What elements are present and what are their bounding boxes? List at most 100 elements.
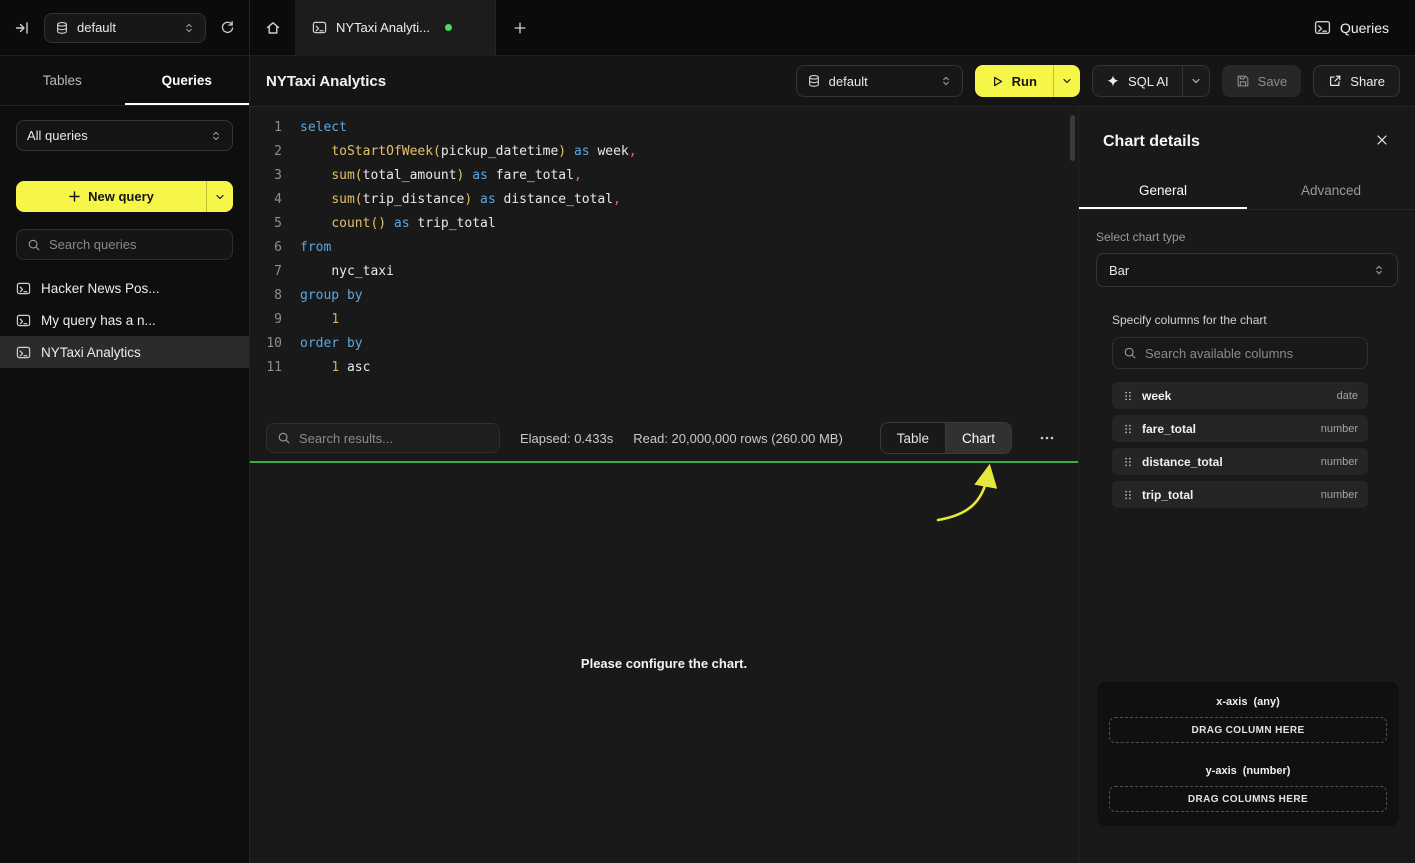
- column-name: distance_total: [1142, 455, 1223, 469]
- refresh-icon[interactable]: [220, 20, 235, 35]
- x-axis-dropzone[interactable]: DRAG COLUMN HERE: [1109, 717, 1387, 743]
- database-icon: [55, 21, 69, 35]
- topbar-database-selector[interactable]: default: [44, 13, 206, 43]
- chevron-updown-icon: [210, 130, 222, 142]
- query-list-item[interactable]: My query has a n...: [0, 304, 249, 336]
- query-filter-dropdown[interactable]: All queries: [16, 120, 233, 151]
- columns-section: Specify columns for the chart weekdate fa…: [1112, 313, 1368, 508]
- new-query-dropdown-button[interactable]: [207, 181, 233, 212]
- code-text: sum(total_amount) as fare_total,: [300, 164, 582, 188]
- table-view-button[interactable]: Table: [881, 423, 945, 453]
- new-query-button[interactable]: New query: [16, 181, 206, 212]
- topbar-right-section: Queries: [1314, 0, 1415, 55]
- x-axis-block: x-axis (any) DRAG COLUMN HERE: [1109, 696, 1387, 743]
- columns-section-label: Specify columns for the chart: [1112, 313, 1368, 327]
- search-columns-box: [1112, 337, 1368, 369]
- chart-column-item[interactable]: distance_total number: [1112, 448, 1368, 475]
- editor-lines: 1select2 toStartOfWeek(pickup_datetime) …: [260, 116, 1078, 380]
- sql-editor[interactable]: 1select2 toStartOfWeek(pickup_datetime) …: [250, 107, 1078, 415]
- editor-line[interactable]: 2 toStartOfWeek(pickup_datetime) as week…: [260, 140, 1078, 164]
- chart-view-button[interactable]: Chart: [945, 423, 1011, 453]
- drag-handle-icon[interactable]: [1122, 423, 1134, 435]
- drag-handle-icon[interactable]: [1122, 489, 1134, 501]
- chevron-updown-icon: [940, 75, 952, 87]
- editor-line[interactable]: 3 sum(total_amount) as fare_total,: [260, 164, 1078, 188]
- run-options-button[interactable]: [1054, 65, 1080, 97]
- search-columns-input[interactable]: [1145, 346, 1357, 361]
- sql-ai-button[interactable]: SQL AI: [1093, 66, 1182, 96]
- editor-line[interactable]: 1select: [260, 116, 1078, 140]
- editor-line[interactable]: 10order by: [260, 332, 1078, 356]
- sql-ai-options-button[interactable]: [1183, 66, 1209, 96]
- column-name: trip_total: [1142, 488, 1193, 502]
- y-axis-title: y-axis (number): [1109, 765, 1387, 777]
- header-database-selector[interactable]: default: [796, 65, 963, 97]
- editor-line[interactable]: 11 1 asc: [260, 356, 1078, 380]
- editor-header: NYTaxi Analytics default Run SQL AI Sa: [250, 56, 1415, 107]
- save-button[interactable]: Save: [1222, 65, 1302, 97]
- code-text: count() as trip_total: [300, 212, 496, 236]
- share-button[interactable]: Share: [1313, 65, 1400, 97]
- query-list-item[interactable]: NYTaxi Analytics: [0, 336, 249, 368]
- query-item-label: Hacker News Pos...: [41, 281, 160, 296]
- editor-scrollbar[interactable]: [1070, 115, 1075, 161]
- x-axis-label: x-axis: [1216, 696, 1247, 708]
- run-button[interactable]: Run: [975, 65, 1053, 97]
- new-query-label: New query: [88, 189, 154, 204]
- query-file-icon: [16, 281, 31, 296]
- query-title: NYTaxi Analytics: [266, 73, 386, 90]
- editor-line[interactable]: 4 sum(trip_distance) as distance_total,: [260, 188, 1078, 212]
- tab-general[interactable]: General: [1079, 171, 1247, 209]
- editor-line[interactable]: 8group by: [260, 284, 1078, 308]
- tab-nytaxi-analytics[interactable]: NYTaxi Analyti...: [296, 0, 496, 55]
- line-number: 1: [260, 116, 282, 140]
- query-file-icon: [16, 345, 31, 360]
- chart-column-item[interactable]: weekdate: [1112, 382, 1368, 409]
- new-tab-button[interactable]: [496, 0, 544, 55]
- collapse-sidebar-icon[interactable]: [14, 20, 30, 36]
- search-queries-input[interactable]: [49, 237, 222, 252]
- code-text: toStartOfWeek(pickup_datetime) as week,: [300, 140, 637, 164]
- topbar-database-value: default: [77, 20, 116, 35]
- sidebar-tab-queries[interactable]: Queries: [125, 56, 250, 105]
- y-axis-block: y-axis (number) DRAG COLUMNS HERE: [1109, 765, 1387, 812]
- x-axis-title: x-axis (any): [1109, 696, 1387, 708]
- line-number: 5: [260, 212, 282, 236]
- more-options-button[interactable]: [1032, 423, 1062, 453]
- drag-handle-icon[interactable]: [1122, 390, 1134, 402]
- editor-line[interactable]: 7 nyc_taxi: [260, 260, 1078, 284]
- code-text: from: [300, 236, 331, 260]
- close-icon: [1375, 133, 1389, 147]
- close-panel-button[interactable]: [1375, 133, 1389, 147]
- home-tab[interactable]: [250, 0, 296, 55]
- editor-line[interactable]: 5 count() as trip_total: [260, 212, 1078, 236]
- chevron-down-icon: [1061, 75, 1073, 87]
- line-number: 2: [260, 140, 282, 164]
- chart-type-dropdown[interactable]: Bar: [1096, 253, 1398, 287]
- sparkle-icon: [1106, 74, 1120, 88]
- search-results-input[interactable]: [299, 431, 489, 446]
- sidebar-tab-tables[interactable]: Tables: [0, 56, 125, 105]
- share-button-label: Share: [1350, 74, 1385, 89]
- chart-type-label: Select chart type: [1096, 230, 1398, 244]
- chart-column-item[interactable]: trip_totalnumber: [1112, 481, 1368, 508]
- column-type: number: [1321, 456, 1358, 468]
- chart-column-item[interactable]: fare_totalnumber: [1112, 415, 1368, 442]
- chart-details-panel: Chart details General Advanced Select ch…: [1078, 107, 1415, 863]
- code-text: nyc_taxi: [300, 260, 394, 284]
- queries-button[interactable]: Queries: [1314, 19, 1389, 36]
- editor-line[interactable]: 6from: [260, 236, 1078, 260]
- x-axis-type: (any): [1253, 696, 1279, 708]
- save-button-label: Save: [1258, 74, 1288, 89]
- sql-ai-split-button: SQL AI: [1092, 65, 1210, 97]
- play-icon: [991, 75, 1004, 88]
- chevron-updown-icon: [183, 22, 195, 34]
- drag-handle-icon[interactable]: [1122, 456, 1134, 468]
- topbar-left-section: default: [0, 0, 250, 55]
- tab-advanced[interactable]: Advanced: [1247, 171, 1415, 209]
- query-list-item[interactable]: Hacker News Pos...: [0, 272, 249, 304]
- column-type: date: [1337, 390, 1358, 402]
- y-axis-dropzone[interactable]: DRAG COLUMNS HERE: [1109, 786, 1387, 812]
- editor-line[interactable]: 9 1: [260, 308, 1078, 332]
- line-number: 8: [260, 284, 282, 308]
